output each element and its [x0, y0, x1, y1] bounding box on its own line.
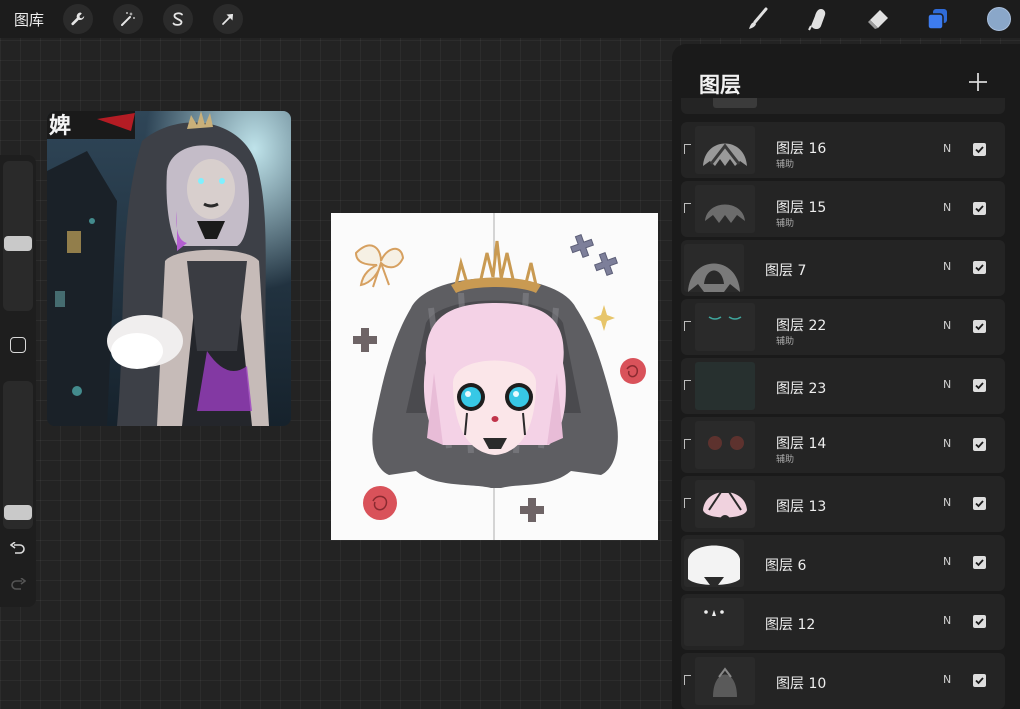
layer-name: 图层 22 [776, 318, 827, 334]
blend-mode-button[interactable]: N [943, 201, 951, 214]
left-sidebar [0, 155, 36, 607]
blend-mode-button[interactable]: N [943, 555, 951, 568]
smudge-finger-icon[interactable] [802, 3, 834, 35]
reference-banner-text: 婢 [49, 113, 71, 139]
drawing-canvas[interactable] [331, 213, 658, 540]
clip-mask-indicator [684, 498, 691, 508]
layer-row[interactable]: 图层 23 N [681, 358, 1005, 414]
visibility-checkbox[interactable] [973, 615, 986, 628]
layer-thumbnail [684, 598, 744, 646]
brush-icon[interactable] [742, 3, 774, 35]
visibility-checkbox[interactable] [973, 379, 986, 392]
clip-mask-indicator [684, 203, 691, 213]
layers-panel: 图层 图层 16 辅助 N 图层 15 辅助 N 图层 7 N 图层 22 辅助… [672, 44, 1020, 709]
layer-row[interactable]: 图层 12 N [681, 594, 1005, 650]
layer-row[interactable]: 图层 15 辅助 N [681, 181, 1005, 237]
layer-name: 图层 23 [776, 381, 827, 397]
layer-name: 图层 13 [776, 499, 827, 515]
visibility-checkbox[interactable] [973, 320, 986, 333]
selection-s-icon[interactable] [163, 4, 193, 34]
eraser-icon[interactable] [862, 3, 894, 35]
clip-mask-indicator [684, 439, 691, 449]
brush-size-knob[interactable] [4, 236, 32, 251]
layer-name: 图层 6 [765, 558, 807, 574]
reference-image[interactable]: 婢 [47, 111, 291, 426]
layer-name: 图层 14 [776, 436, 827, 452]
layer-name: 图层 10 [776, 676, 827, 692]
layer-thumbnail [695, 303, 755, 351]
blend-mode-button[interactable]: N [943, 437, 951, 450]
color-swatch[interactable] [987, 7, 1011, 31]
visibility-checkbox[interactable] [973, 556, 986, 569]
layer-thumbnail [684, 244, 744, 292]
clip-mask-indicator [684, 144, 691, 154]
blend-mode-button[interactable]: N [943, 496, 951, 509]
layer-thumbnail [695, 362, 755, 410]
undo-icon[interactable] [8, 539, 28, 559]
visibility-checkbox[interactable] [973, 261, 986, 274]
blend-mode-button[interactable]: N [943, 319, 951, 332]
layer-thumbnail [684, 539, 744, 587]
visibility-checkbox[interactable] [973, 497, 986, 510]
blend-mode-button[interactable]: N [943, 673, 951, 686]
wrench-icon[interactable] [63, 4, 93, 34]
top-toolbar: 图库 [0, 0, 1020, 38]
opacity-knob[interactable] [4, 505, 32, 520]
layer-row[interactable]: 图层 7 N [681, 240, 1005, 296]
visibility-checkbox[interactable] [973, 202, 986, 215]
clip-mask-indicator [684, 380, 691, 390]
layer-row[interactable]: 图层 10 N [681, 653, 1005, 709]
gallery-button[interactable]: 图库 [14, 9, 44, 30]
layer-thumbnail [695, 480, 755, 528]
magic-wand-icon[interactable] [113, 4, 143, 34]
blend-mode-button[interactable]: N [943, 142, 951, 155]
arrow-cursor-icon[interactable] [213, 4, 243, 34]
layer-thumbnail [695, 421, 755, 469]
blend-mode-button[interactable]: N [943, 260, 951, 273]
redo-icon[interactable] [8, 575, 28, 595]
layer-row-partial[interactable] [681, 98, 1005, 114]
layer-thumbnail [695, 657, 755, 705]
layer-thumbnail [695, 126, 755, 174]
visibility-checkbox[interactable] [973, 674, 986, 687]
layers-icon[interactable] [922, 3, 954, 35]
modify-button[interactable] [10, 337, 26, 353]
blend-mode-button[interactable]: N [943, 378, 951, 391]
layer-sub-label: 辅助 [776, 455, 795, 465]
blend-mode-button[interactable]: N [943, 614, 951, 627]
layer-row[interactable]: 图层 13 N [681, 476, 1005, 532]
visibility-checkbox[interactable] [973, 438, 986, 451]
layer-row[interactable]: 图层 22 辅助 N [681, 299, 1005, 355]
layer-sub-label: 辅助 [776, 337, 795, 347]
clip-mask-indicator [684, 321, 691, 331]
layer-row[interactable]: 图层 16 辅助 N [681, 122, 1005, 178]
layer-thumbnail [695, 185, 755, 233]
layer-row[interactable]: 图层 6 N [681, 535, 1005, 591]
plus-icon[interactable] [966, 70, 990, 94]
layer-name: 图层 15 [776, 200, 827, 216]
layers-panel-title: 图层 [699, 73, 741, 97]
clip-mask-indicator [684, 675, 691, 685]
layer-sub-label: 辅助 [776, 160, 795, 170]
layer-row[interactable]: 图层 14 辅助 N [681, 417, 1005, 473]
layer-name: 图层 7 [765, 263, 807, 279]
layer-name: 图层 12 [765, 617, 816, 633]
layer-name: 图层 16 [776, 141, 827, 157]
visibility-checkbox[interactable] [973, 143, 986, 156]
layer-sub-label: 辅助 [776, 219, 795, 229]
